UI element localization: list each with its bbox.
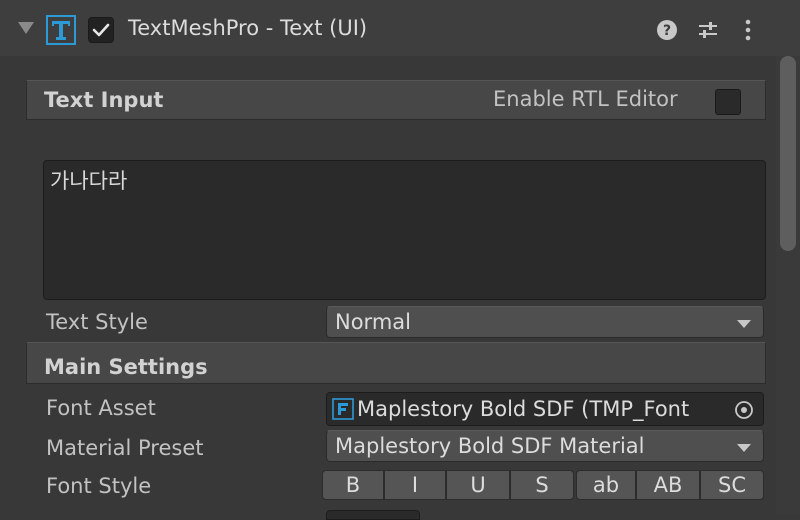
main-settings-section: Main Settings [26,342,766,384]
font-style-button-group: B I U S ab AB SC [322,470,766,500]
component-title: TextMeshPro - Text (UI) [128,16,368,40]
textmeshpro-t-icon [46,15,76,45]
text-input-area[interactable]: 가나다라 [43,160,766,300]
object-picker-icon[interactable] [734,400,754,420]
lowercase-button[interactable]: ab [576,470,636,500]
more-menu-icon[interactable] [738,18,758,42]
font-asset-label: Font Asset [46,396,156,420]
chevron-down-icon [737,444,751,452]
text-input-value: 가나다라 [50,169,128,193]
font-asset-field[interactable]: Maplestory Bold SDF (TMP_Font [326,392,764,426]
text-style-value: Normal [335,310,411,334]
svg-text:?: ? [663,23,671,39]
italic-button[interactable]: I [384,470,446,500]
text-style-label: Text Style [46,310,148,334]
checkmark-icon [92,23,110,37]
font-asset-icon [332,398,354,420]
scrollbar-thumb[interactable] [780,56,796,251]
enable-rtl-label: Enable RTL Editor [493,87,678,111]
text-input-section-title: Text Input [44,88,164,112]
component-header: TextMeshPro - Text (UI) ? [0,0,800,57]
uppercase-button[interactable]: AB [636,470,700,500]
chevron-down-icon [737,320,751,328]
preset-icon[interactable] [696,18,720,42]
text-input-section: Text Input Enable RTL Editor [26,80,766,120]
vertical-scrollbar[interactable] [776,56,800,514]
font-asset-value: Maplestory Bold SDF (TMP_Font [357,397,690,421]
bold-button[interactable]: B [322,470,384,500]
font-style-label: Font Style [46,474,152,498]
main-settings-section-title: Main Settings [44,355,208,379]
material-preset-label: Material Preset [46,436,204,460]
smallcaps-button[interactable]: SC [700,470,764,500]
help-icon[interactable]: ? [656,19,678,41]
enable-rtl-checkbox[interactable] [715,89,741,115]
text-style-dropdown[interactable]: Normal [326,306,764,338]
strikethrough-button[interactable]: S [510,470,574,500]
component-enabled-toggle[interactable] [88,17,114,43]
foldout-arrow-icon[interactable] [18,22,34,34]
underline-button[interactable]: U [446,470,510,500]
material-preset-value: Maplestory Bold SDF Material [335,434,645,458]
next-field-partial [326,510,420,520]
material-preset-dropdown[interactable]: Maplestory Bold SDF Material [326,430,764,462]
inspector-content: Text Input Enable RTL Editor 가나다라 Text S… [0,56,776,520]
